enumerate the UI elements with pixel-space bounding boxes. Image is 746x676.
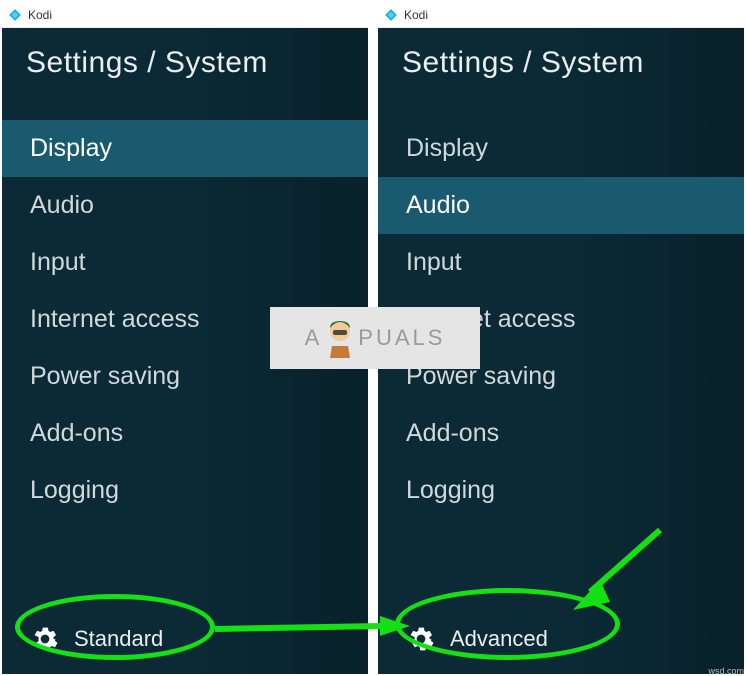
watermark-text-left: A	[305, 325, 323, 351]
menu-item-add-ons[interactable]: Add-ons	[378, 405, 744, 462]
breadcrumb: Settings / System	[378, 28, 744, 120]
menu-item-add-ons[interactable]: Add-ons	[2, 405, 368, 462]
titlebar-app-name: Kodi	[404, 8, 428, 22]
watermark-avatar-icon	[324, 318, 356, 358]
gear-icon	[32, 626, 58, 652]
kodi-icon	[8, 8, 22, 22]
titlebar-app-name: Kodi	[28, 8, 52, 22]
breadcrumb: Settings / System	[2, 28, 368, 120]
settings-level-toggle[interactable]: Standard	[2, 608, 368, 674]
menu-item-logging[interactable]: Logging	[378, 462, 744, 519]
menu-item-display[interactable]: Display	[2, 120, 368, 177]
watermark-overlay: A PUALS	[270, 307, 480, 369]
settings-level-label: Standard	[74, 626, 163, 652]
window-titlebar: Kodi	[378, 2, 744, 28]
menu-item-audio[interactable]: Audio	[378, 177, 744, 234]
menu-item-display[interactable]: Display	[378, 120, 744, 177]
menu-item-audio[interactable]: Audio	[2, 177, 368, 234]
window-titlebar: Kodi	[2, 2, 368, 28]
settings-level-toggle[interactable]: Advanced	[378, 608, 744, 674]
menu-item-input[interactable]: Input	[378, 234, 744, 291]
menu-item-input[interactable]: Input	[2, 234, 368, 291]
settings-level-label: Advanced	[450, 626, 548, 652]
watermark-text-right: PUALS	[358, 325, 445, 351]
menu-item-logging[interactable]: Logging	[2, 462, 368, 519]
kodi-icon	[384, 8, 398, 22]
source-caption: wsd.com	[708, 666, 744, 676]
gear-icon	[408, 626, 434, 652]
